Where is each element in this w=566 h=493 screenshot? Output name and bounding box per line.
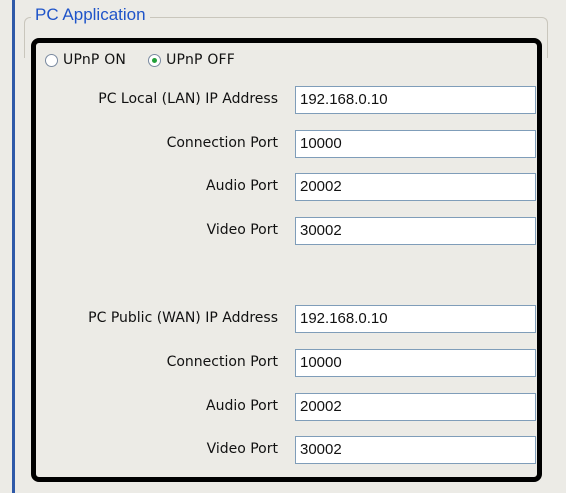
lan-audio-port-input[interactable]: 20002 xyxy=(295,173,536,201)
settings-panel: PC Application UPnP ON UPnP OFF PC Local… xyxy=(0,0,566,493)
lan-video-port-input[interactable]: 30002 xyxy=(295,217,536,245)
lan-video-port-row: Video Port 30002 xyxy=(40,217,540,245)
wan-connection-port-row: Connection Port 10000 xyxy=(40,349,540,377)
lan-video-port-label: Video Port xyxy=(206,222,278,238)
lan-connection-port-input[interactable]: 10000 xyxy=(295,130,536,158)
left-accent-bar xyxy=(12,0,15,493)
radio-unchecked-icon xyxy=(45,53,58,67)
upnp-radio-group: UPnP ON UPnP OFF xyxy=(45,50,257,70)
wan-ip-label: PC Public (WAN) IP Address xyxy=(88,310,278,326)
wan-connection-port-input[interactable]: 10000 xyxy=(295,349,536,377)
lan-ip-input[interactable]: 192.168.0.10 xyxy=(295,86,536,114)
wan-connection-port-label: Connection Port xyxy=(166,354,278,370)
upnp-off-radio[interactable]: UPnP OFF xyxy=(148,52,235,68)
upnp-off-label: UPnP OFF xyxy=(166,52,236,68)
wan-ip-input[interactable]: 192.168.0.10 xyxy=(295,305,536,333)
lan-audio-port-row: Audio Port 20002 xyxy=(40,173,540,201)
upnp-on-radio[interactable]: UPnP ON xyxy=(45,52,126,68)
wan-ip-row: PC Public (WAN) IP Address 192.168.0.10 xyxy=(40,305,540,333)
lan-connection-port-row: Connection Port 10000 xyxy=(40,130,540,158)
radio-checked-icon xyxy=(148,53,162,67)
wan-video-port-label: Video Port xyxy=(206,441,278,457)
upnp-on-label: UPnP ON xyxy=(63,52,127,68)
lan-connection-port-label: Connection Port xyxy=(166,135,278,151)
lan-ip-row: PC Local (LAN) IP Address 192.168.0.10 xyxy=(40,86,540,114)
wan-audio-port-input[interactable]: 20002 xyxy=(295,393,536,421)
wan-video-port-input[interactable]: 30002 xyxy=(295,436,536,464)
wan-video-port-row: Video Port 30002 xyxy=(40,436,540,464)
wan-audio-port-label: Audio Port xyxy=(206,398,278,414)
lan-ip-label: PC Local (LAN) IP Address xyxy=(98,91,278,107)
wan-audio-port-row: Audio Port 20002 xyxy=(40,393,540,421)
lan-audio-port-label: Audio Port xyxy=(206,178,278,194)
group-title: PC Application xyxy=(31,4,150,26)
